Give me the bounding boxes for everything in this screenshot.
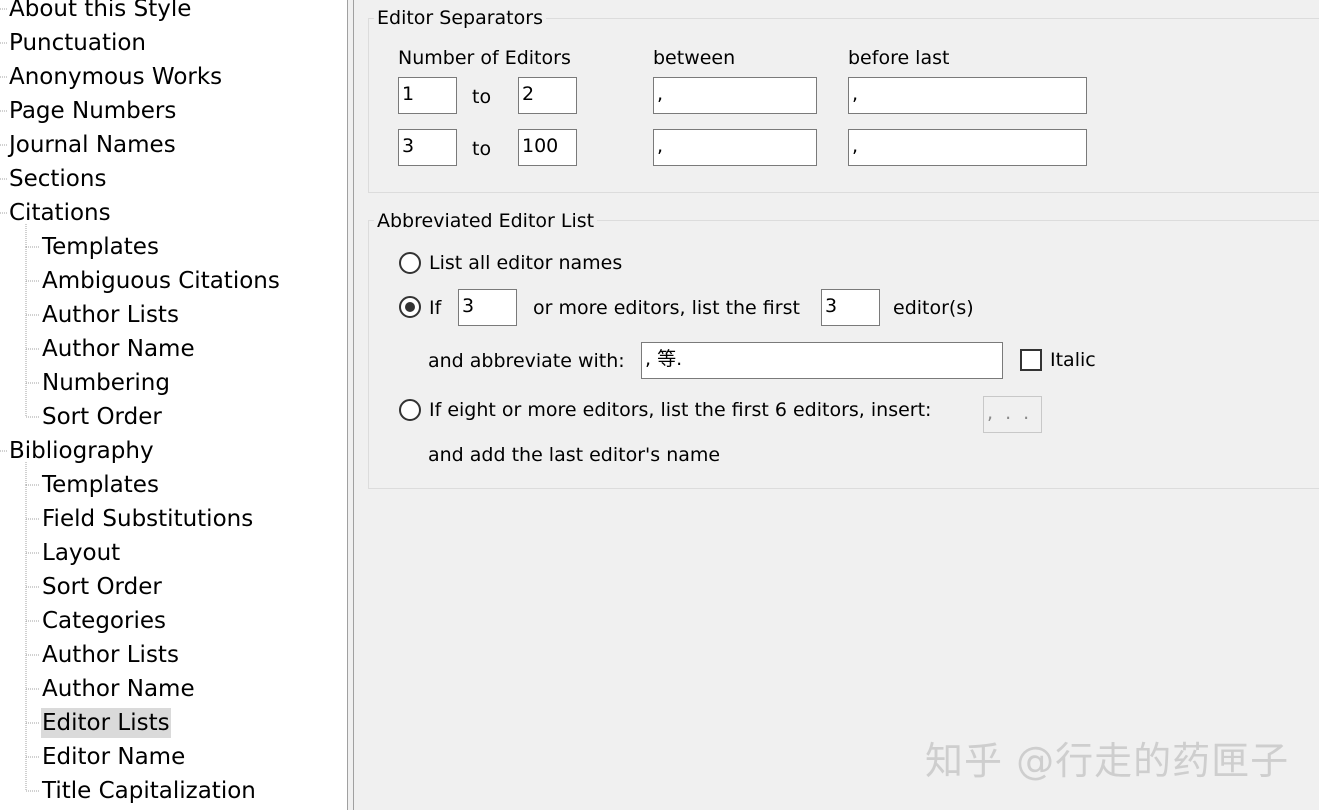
insert-text-input[interactable]: , . . . <box>983 396 1042 433</box>
tree-item-editor-name[interactable]: Editor Name <box>42 742 185 772</box>
row1-from-input[interactable]: 1 <box>398 77 457 114</box>
tree-item-sort-order[interactable]: Sort Order <box>42 572 162 602</box>
tree-item-bibliography[interactable]: Bibliography <box>9 436 154 466</box>
add-last-editor-label: and add the last editor's name <box>428 444 721 466</box>
radio-selected-dot <box>405 302 415 312</box>
between-header: between <box>653 47 736 69</box>
tree-item-author-lists[interactable]: Author Lists <box>42 640 179 670</box>
tree-item-author-name[interactable]: Author Name <box>42 334 195 364</box>
list-first-count-input[interactable]: 3 <box>821 289 880 326</box>
editors-suffix-label: editor(s) <box>893 297 974 319</box>
tree-item-categories[interactable]: Categories <box>42 606 166 636</box>
editor-separators-group <box>368 18 1319 193</box>
tree-item-about-this-style[interactable]: About this Style <box>9 0 191 24</box>
tree-item-templates[interactable]: Templates <box>42 470 159 500</box>
tree-item-title-capitalization[interactable]: Title Capitalization <box>42 776 256 806</box>
editor-separators-title: Editor Separators <box>374 6 546 30</box>
tree-item-numbering[interactable]: Numbering <box>42 368 170 398</box>
row2-to-input[interactable]: 100 <box>518 129 577 166</box>
row2-from-input[interactable]: 3 <box>398 129 457 166</box>
tree-item-ambiguous-citations[interactable]: Ambiguous Citations <box>42 266 280 296</box>
tree-item-journal-names[interactable]: Journal Names <box>9 130 176 160</box>
tree-item-layout[interactable]: Layout <box>42 538 120 568</box>
row2-between-input[interactable]: , <box>653 129 817 166</box>
italic-checkbox[interactable] <box>1020 349 1042 371</box>
tree-item-anonymous-works[interactable]: Anonymous Works <box>9 62 222 92</box>
tree-item-editor-lists[interactable]: Editor Lists <box>41 708 171 738</box>
tree-item-templates[interactable]: Templates <box>42 232 159 262</box>
if-label[interactable]: If <box>429 296 441 320</box>
tree-item-author-lists[interactable]: Author Lists <box>42 300 179 330</box>
tree-item-author-name[interactable]: Author Name <box>42 674 195 704</box>
tree-item-punctuation[interactable]: Punctuation <box>9 28 146 58</box>
if-eight-label[interactable]: If eight or more editors, list the first… <box>429 398 931 422</box>
if-count-input[interactable]: 3 <box>458 289 517 326</box>
if-eight-or-more-radio[interactable] <box>399 399 421 421</box>
tree-item-sections[interactable]: Sections <box>9 164 106 194</box>
row2-before-last-input[interactable]: , <box>848 129 1087 166</box>
abbreviated-editor-list-title: Abbreviated Editor List <box>374 209 598 233</box>
abbreviate-with-label: and abbreviate with: <box>428 350 625 372</box>
before-last-header: before last <box>848 47 950 69</box>
row1-to-label: to <box>472 86 492 108</box>
list-all-radio[interactable] <box>399 252 421 274</box>
list-all-label-text: List all editor names <box>429 252 623 274</box>
tree-item-sort-order[interactable]: Sort Order <box>42 402 162 432</box>
abbreviate-with-input[interactable]: , 等. <box>641 342 1003 379</box>
list-all-label[interactable]: List all editor names <box>429 251 622 275</box>
if-n-or-more-radio[interactable] <box>399 296 421 318</box>
style-tree[interactable]: About this Style Punctuation Anonymous Wor… <box>0 0 347 810</box>
tree-item-page-numbers[interactable]: Page Numbers <box>9 96 176 126</box>
list-first-label: or more editors, list the first <box>533 297 800 319</box>
number-of-editors-header: Number of Editors <box>398 47 571 69</box>
row1-to-input[interactable]: 2 <box>518 77 577 114</box>
row1-before-last-input[interactable]: , <box>848 77 1087 114</box>
tree-item-field-substitutions[interactable]: Field Substitutions <box>42 504 253 534</box>
watermark-text: 知乎 @行走的药匣子 <box>925 739 1290 783</box>
tree-item-citations[interactable]: Citations <box>9 198 111 228</box>
row1-between-input[interactable]: , <box>653 77 817 114</box>
panel-splitter[interactable] <box>347 0 354 810</box>
italic-label[interactable]: Italic <box>1050 348 1096 372</box>
row2-to-label: to <box>472 138 492 160</box>
